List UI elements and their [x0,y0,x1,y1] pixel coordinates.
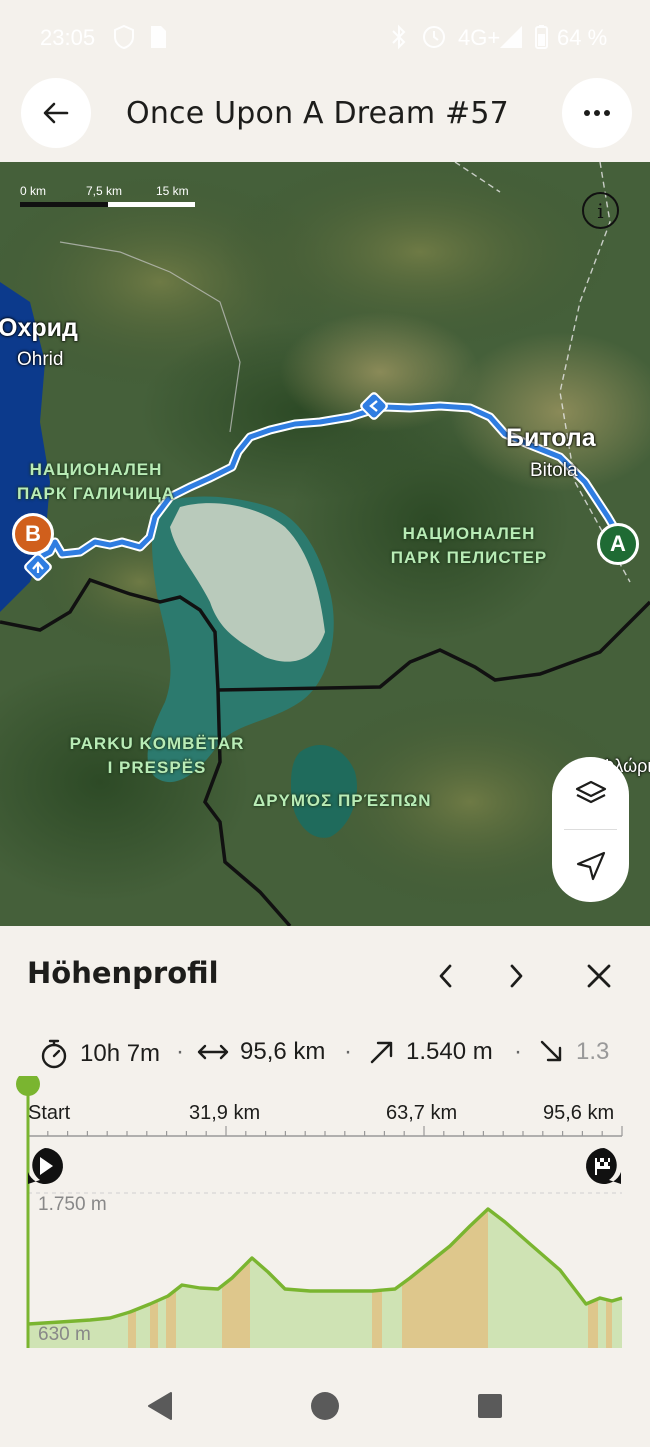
scale-label-1: 7,5 km [86,184,123,198]
arrow-up-right-icon [370,1041,393,1064]
map-label-ohrid-latin: Ohrid [17,349,64,370]
steep-segment [150,1209,158,1348]
app-header: Once Upon A Dream #57 [0,76,650,162]
battery-percent: 64 % [557,25,608,50]
alarm-icon [421,24,447,50]
back-button[interactable] [21,78,91,148]
signal-icon [498,24,524,50]
battery-icon [533,24,559,50]
next-button[interactable] [494,954,538,998]
stat-ascent-value: 1.540 m [406,1038,493,1065]
axis-label-1: 31,9 km [189,1102,261,1124]
vpn-shield-icon [112,24,138,50]
map-label-park-pelister: НАЦИОНАЛЕН ПАРК ПЕЛИСТЕР [390,524,548,567]
steep-segment [588,1209,598,1348]
axis-label-end: 95,6 km [543,1102,615,1124]
stat-distance-value: 95,6 km [240,1038,326,1065]
network-type: 4G+ [458,25,501,50]
scale-label-2: 15 km [156,184,189,198]
stat-descent: 1.3 [538,1038,609,1066]
stat-duration: 10h 7m [38,1038,160,1070]
arrow-left-icon [43,102,69,124]
steep-segment [372,1209,382,1348]
map-label-bitola-latin: Bitola [530,460,578,481]
map-info-button[interactable]: i [582,192,619,229]
layers-icon [575,780,606,804]
nav-back-button[interactable] [140,1386,180,1426]
map-label-park-prespes: PARKU KOMBËTAR I PRESPËS [69,734,245,777]
axis-label-2: 63,7 km [386,1102,458,1124]
route-map[interactable]: 0 km 7,5 km 15 km i Охрид Ohrid Битола B… [0,162,650,926]
my-location-button[interactable] [552,830,629,902]
steep-segment [166,1209,176,1348]
page-title: Once Upon A Dream #57 [126,96,509,131]
map-label-park-galicica: НАЦИОНАЛЕН ПАРК ГАЛИЧИЦА [17,460,175,503]
axis-label-start: Start [28,1102,71,1124]
triangle-back-icon [148,1392,172,1420]
map-controls [552,757,629,902]
chevron-right-icon [510,964,523,988]
status-time: 23:05 [40,25,96,50]
horizontal-arrows-icon [197,1044,229,1060]
elevation-sheet: Höhenprofil 10h 7m · 95,6 km · 1.540 m ·… [0,926,650,1361]
map-label-bitola: Битола [506,424,596,452]
stat-duration-value: 10h 7m [80,1040,161,1067]
status-bar: 23:05 4G+ 64 % [0,0,650,76]
stopwatch-icon [41,1039,67,1069]
chevron-left-icon [439,964,452,988]
stat-descent-value: 1.3 [576,1038,610,1065]
profile-start-pin [28,1148,63,1184]
more-dots-icon [584,110,610,116]
close-button[interactable] [577,954,621,998]
elevation-min-label: 630 m [38,1324,91,1345]
stat-distance: 95,6 km [196,1038,325,1066]
previous-button[interactable] [424,954,468,998]
steep-segment [606,1209,612,1348]
system-nav-bar [0,1361,650,1447]
route-start-marker[interactable]: A [597,523,639,565]
route-end-marker[interactable]: B [12,513,54,555]
map-layers-button[interactable] [552,757,629,829]
circle-home-icon [311,1392,339,1420]
steep-segment [222,1209,250,1348]
stat-ascent: 1.540 m [368,1038,493,1066]
nav-recents-button[interactable] [470,1386,510,1426]
bluetooth-icon [388,24,414,50]
scale-label-0: 0 km [20,184,47,198]
profile-finish-pin [586,1148,621,1184]
close-icon [587,964,611,988]
elevation-profile-chart[interactable]: Start 31,9 km 63,7 km 95,6 km 1.750 m 63… [0,1072,650,1361]
sim-card-icon [148,24,174,50]
profile-position-dot [16,1072,40,1096]
steep-segment [402,1209,488,1348]
map-label-drymos-prespon: ΔΡΥΜΌΣ ΠΡΈΣΠΩΝ [253,791,432,810]
steep-segment [128,1209,136,1348]
square-recents-icon [478,1394,502,1418]
nav-home-button[interactable] [305,1386,345,1426]
navigation-arrow-icon [576,851,605,881]
map-label-ohrid: Охрид [0,314,78,342]
arrow-down-right-icon [540,1040,562,1062]
more-options-button[interactable] [562,78,632,148]
elevation-max-label: 1.750 m [38,1194,107,1215]
elevation-title: Höhenprofil [27,956,219,990]
